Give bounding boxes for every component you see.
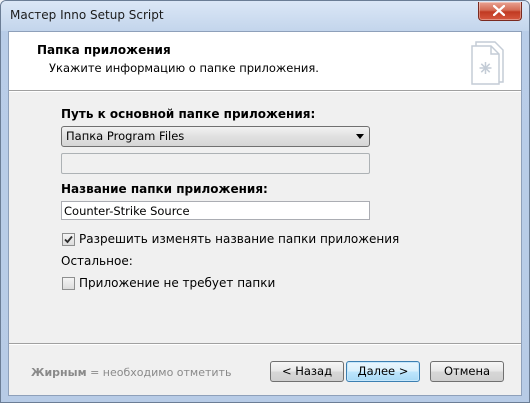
app-folder-name-input[interactable] bbox=[61, 201, 370, 220]
close-button[interactable] bbox=[478, 2, 522, 21]
wizard-document-icon bbox=[471, 41, 504, 85]
required-legend: Жирным = необходимо отметить bbox=[31, 366, 231, 379]
wizard-client-area: Папка приложения Укажите информацию о па… bbox=[8, 31, 522, 396]
wizard-header: Папка приложения Укажите информацию о па… bbox=[9, 32, 521, 91]
back-button[interactable]: < Назад bbox=[270, 361, 344, 382]
base-folder-label: Путь к основной папке приложения: bbox=[61, 107, 316, 121]
footer-divider-highlight bbox=[9, 344, 521, 345]
wizard-window: Мастер Inno Setup Script Папка приложени… bbox=[0, 0, 530, 403]
header-divider bbox=[9, 91, 521, 92]
base-folder-dropdown[interactable]: Папка Program Files bbox=[61, 126, 370, 147]
cancel-button[interactable]: Отмена bbox=[430, 361, 504, 382]
app-folder-label: Название папки приложения: bbox=[61, 182, 268, 196]
next-button[interactable]: Далее > bbox=[346, 361, 420, 382]
other-section-label: Остальное: bbox=[61, 254, 133, 268]
legend-bold-text: Жирным bbox=[31, 366, 87, 379]
page-title: Папка приложения bbox=[37, 43, 171, 57]
page-subtitle: Укажите информацию о папке приложения. bbox=[49, 61, 319, 75]
window-title: Мастер Inno Setup Script bbox=[10, 8, 164, 22]
allow-change-checkbox[interactable] bbox=[62, 233, 75, 246]
checkmark-icon bbox=[64, 235, 73, 244]
no-folder-label[interactable]: Приложение не требует папки bbox=[79, 276, 275, 290]
title-bar[interactable]: Мастер Inno Setup Script bbox=[1, 1, 529, 31]
custom-path-field bbox=[61, 153, 370, 174]
legend-text: = необходимо отметить bbox=[86, 366, 232, 379]
allow-change-label[interactable]: Разрешить изменять название папки прилож… bbox=[79, 232, 399, 246]
base-folder-selected: Папка Program Files bbox=[66, 129, 185, 143]
chevron-down-icon bbox=[356, 134, 364, 139]
no-folder-checkbox[interactable] bbox=[62, 277, 75, 290]
close-icon bbox=[493, 5, 505, 16]
